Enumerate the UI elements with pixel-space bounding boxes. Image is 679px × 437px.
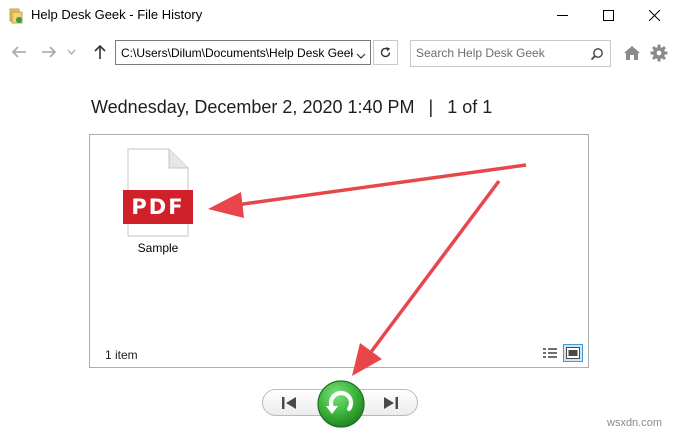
large-icons-view-icon (566, 347, 580, 359)
refresh-icon (380, 47, 391, 58)
pdf-file-icon (123, 148, 193, 237)
home-icon (624, 46, 640, 60)
snapshot-page-indicator: 1 of 1 (447, 97, 493, 117)
forward-arrow-icon (42, 46, 57, 58)
next-version-icon (384, 397, 398, 409)
next-version-button[interactable] (380, 394, 402, 412)
file-item[interactable]: PDF Sample (121, 148, 195, 258)
recent-locations-button[interactable] (65, 46, 77, 58)
details-view-icon (543, 348, 557, 358)
window-title: Help Desk Geek - File History (31, 7, 203, 22)
snapshot-header: Wednesday, December 2, 2020 1:40 PM | 1 … (91, 97, 492, 118)
forward-button[interactable] (40, 43, 58, 61)
large-icons-view-button[interactable] (563, 344, 583, 362)
search-box[interactable] (410, 40, 611, 67)
maximize-button[interactable] (585, 0, 631, 31)
search-icon[interactable] (590, 47, 604, 61)
snapshot-date: Wednesday, December 2, 2020 1:40 PM (91, 97, 415, 117)
folder-history-icon (9, 8, 23, 24)
home-button[interactable] (623, 44, 641, 62)
maximize-icon (602, 10, 614, 21)
previous-version-icon (282, 397, 296, 409)
close-icon (648, 10, 660, 21)
minimize-icon (556, 15, 568, 16)
previous-version-button[interactable] (278, 394, 300, 412)
restore-button[interactable] (316, 379, 366, 429)
restore-icon (317, 380, 365, 428)
chevron-down-icon (356, 53, 366, 59)
up-button[interactable] (91, 43, 109, 61)
up-arrow-icon (94, 44, 106, 59)
file-name: Sample (137, 241, 179, 255)
minimize-button[interactable] (539, 0, 585, 31)
settings-button[interactable] (650, 44, 668, 62)
back-arrow-icon (11, 46, 26, 58)
address-dropdown-button[interactable] (356, 48, 366, 59)
close-button[interactable] (631, 0, 677, 31)
chevron-down-icon (67, 49, 75, 55)
address-bar[interactable]: C:\Users\Dilum\Documents\Help Desk Geek (115, 40, 371, 65)
details-view-button[interactable] (542, 346, 558, 360)
item-count: 1 item (105, 348, 138, 362)
address-path[interactable]: C:\Users\Dilum\Documents\Help Desk Geek (121, 46, 353, 60)
search-input[interactable] (416, 46, 586, 60)
refresh-button[interactable] (373, 40, 398, 65)
pdf-badge-text: PDF (131, 195, 185, 219)
header-separator: | (428, 97, 434, 117)
back-button[interactable] (10, 43, 28, 61)
gear-icon (650, 44, 668, 62)
watermark: wsxdn.com (607, 417, 663, 429)
